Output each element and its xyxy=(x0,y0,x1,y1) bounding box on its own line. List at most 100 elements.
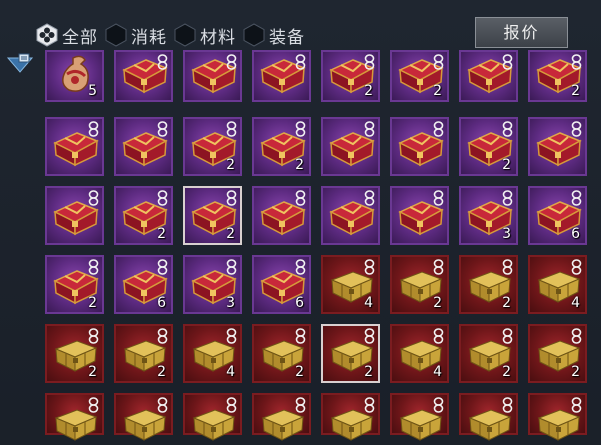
inventory-slot[interactable] xyxy=(459,50,518,102)
inventory-slot[interactable] xyxy=(390,117,449,176)
inventory-slot[interactable]: 2 xyxy=(321,50,380,102)
bound-lock-icon xyxy=(433,190,444,206)
inventory-slot[interactable]: 2 xyxy=(114,186,173,245)
item-count: 2 xyxy=(433,83,442,99)
category-filter-bar: 全部 消耗 材料 装备 xyxy=(36,20,312,50)
item-count: 2 xyxy=(502,364,511,380)
item-count: 3 xyxy=(226,295,235,311)
filter-equipment-label: 装备 xyxy=(269,27,305,48)
bound-lock-icon xyxy=(502,259,513,275)
item-count: 2 xyxy=(295,364,304,380)
inventory-slot[interactable]: 3 xyxy=(459,186,518,245)
inventory-slot[interactable] xyxy=(114,117,173,176)
inventory-slot[interactable]: 2 xyxy=(390,50,449,102)
inventory-slot[interactable]: 2 xyxy=(45,255,104,314)
inventory-slot[interactable]: 2 xyxy=(459,117,518,176)
item-count: 2 xyxy=(433,295,442,311)
inventory-slot[interactable] xyxy=(114,393,173,441)
inventory-slot[interactable]: 6 xyxy=(528,186,587,245)
inventory-slot[interactable] xyxy=(252,50,311,102)
item-count: 2 xyxy=(571,364,580,380)
inventory-slot[interactable] xyxy=(321,117,380,176)
bound-lock-icon xyxy=(364,54,375,70)
item-count: 4 xyxy=(571,295,580,311)
bound-lock-icon xyxy=(157,328,168,344)
filter-consumables[interactable]: 消耗 xyxy=(105,20,167,50)
item-count: 5 xyxy=(88,83,97,99)
inventory-slot[interactable] xyxy=(528,393,587,441)
inventory-slot[interactable]: 2 xyxy=(459,255,518,314)
bound-lock-icon xyxy=(157,54,168,70)
inventory-slot[interactable]: 5 xyxy=(45,50,104,102)
item-count: 2 xyxy=(157,364,166,380)
bound-lock-icon xyxy=(502,397,513,413)
filter-radio-icon xyxy=(243,23,265,47)
inventory-slot[interactable]: 2 xyxy=(45,324,104,383)
inventory-slot[interactable] xyxy=(45,393,104,441)
inventory-grid: 5 2 2 2 2 2 2 2 2 3 6 2 6 3 6 4 2 2 4 2 2 4 2 2 4 2 2 xyxy=(45,50,594,441)
bound-lock-icon xyxy=(502,54,513,70)
inventory-slot[interactable]: 4 xyxy=(390,324,449,383)
item-count: 2 xyxy=(157,226,166,242)
item-count: 4 xyxy=(364,295,373,311)
filter-radio-icon xyxy=(174,23,196,47)
bound-lock-icon xyxy=(364,190,375,206)
inventory-slot[interactable]: 2 xyxy=(183,186,242,245)
filter-all[interactable]: 全部 xyxy=(36,20,98,50)
bound-lock-icon xyxy=(433,397,444,413)
inventory-slot[interactable]: 2 xyxy=(183,117,242,176)
bound-lock-icon xyxy=(157,397,168,413)
inventory-slot[interactable] xyxy=(459,393,518,441)
inventory-slot[interactable] xyxy=(183,393,242,441)
inventory-slot[interactable]: 4 xyxy=(528,255,587,314)
inventory-slot[interactable] xyxy=(252,393,311,441)
bound-lock-icon xyxy=(571,54,582,70)
filter-radio-icon xyxy=(105,23,127,47)
inventory-slot[interactable]: 4 xyxy=(183,324,242,383)
item-count: 2 xyxy=(502,295,511,311)
inventory-slot[interactable]: 4 xyxy=(321,255,380,314)
inventory-slot[interactable] xyxy=(321,186,380,245)
inventory-slot[interactable]: 2 xyxy=(252,117,311,176)
inventory-slot[interactable]: 6 xyxy=(114,255,173,314)
inventory-slot[interactable]: 2 xyxy=(114,324,173,383)
inventory-slot[interactable]: 2 xyxy=(459,324,518,383)
inventory-slot[interactable]: 2 xyxy=(321,324,380,383)
inventory-slot[interactable] xyxy=(321,393,380,441)
bound-lock-icon xyxy=(433,121,444,137)
inventory-slot[interactable] xyxy=(45,117,104,176)
filter-equipment[interactable]: 装备 xyxy=(243,20,305,50)
inventory-slot[interactable]: 6 xyxy=(252,255,311,314)
inventory-slot[interactable] xyxy=(390,393,449,441)
inventory-slot[interactable]: 2 xyxy=(390,255,449,314)
item-count: 3 xyxy=(502,226,511,242)
filter-materials[interactable]: 材料 xyxy=(174,20,236,50)
inventory-slot[interactable] xyxy=(390,186,449,245)
inventory-slot[interactable]: 2 xyxy=(528,50,587,102)
filter-all-label: 全部 xyxy=(62,27,98,48)
bound-lock-icon xyxy=(502,121,513,137)
quote-button[interactable]: 报价 xyxy=(475,17,568,48)
bound-lock-icon xyxy=(295,397,306,413)
inventory-slot[interactable] xyxy=(183,50,242,102)
inventory-slot[interactable]: 2 xyxy=(252,324,311,383)
bound-lock-icon xyxy=(295,328,306,344)
item-count: 6 xyxy=(571,226,580,242)
item-count: 6 xyxy=(157,295,166,311)
bound-lock-icon xyxy=(88,121,99,137)
bound-lock-icon xyxy=(226,190,237,206)
item-count: 6 xyxy=(295,295,304,311)
inventory-slot[interactable] xyxy=(45,186,104,245)
side-tab-icon[interactable] xyxy=(6,52,36,82)
bound-lock-icon xyxy=(88,328,99,344)
item-count: 2 xyxy=(226,226,235,242)
inventory-slot[interactable] xyxy=(528,117,587,176)
item-count: 2 xyxy=(364,83,373,99)
bound-lock-icon xyxy=(226,328,237,344)
inventory-slot[interactable] xyxy=(114,50,173,102)
bound-lock-icon xyxy=(364,397,375,413)
inventory-slot[interactable]: 2 xyxy=(528,324,587,383)
item-count: 2 xyxy=(226,157,235,173)
inventory-slot[interactable]: 3 xyxy=(183,255,242,314)
inventory-slot[interactable] xyxy=(252,186,311,245)
